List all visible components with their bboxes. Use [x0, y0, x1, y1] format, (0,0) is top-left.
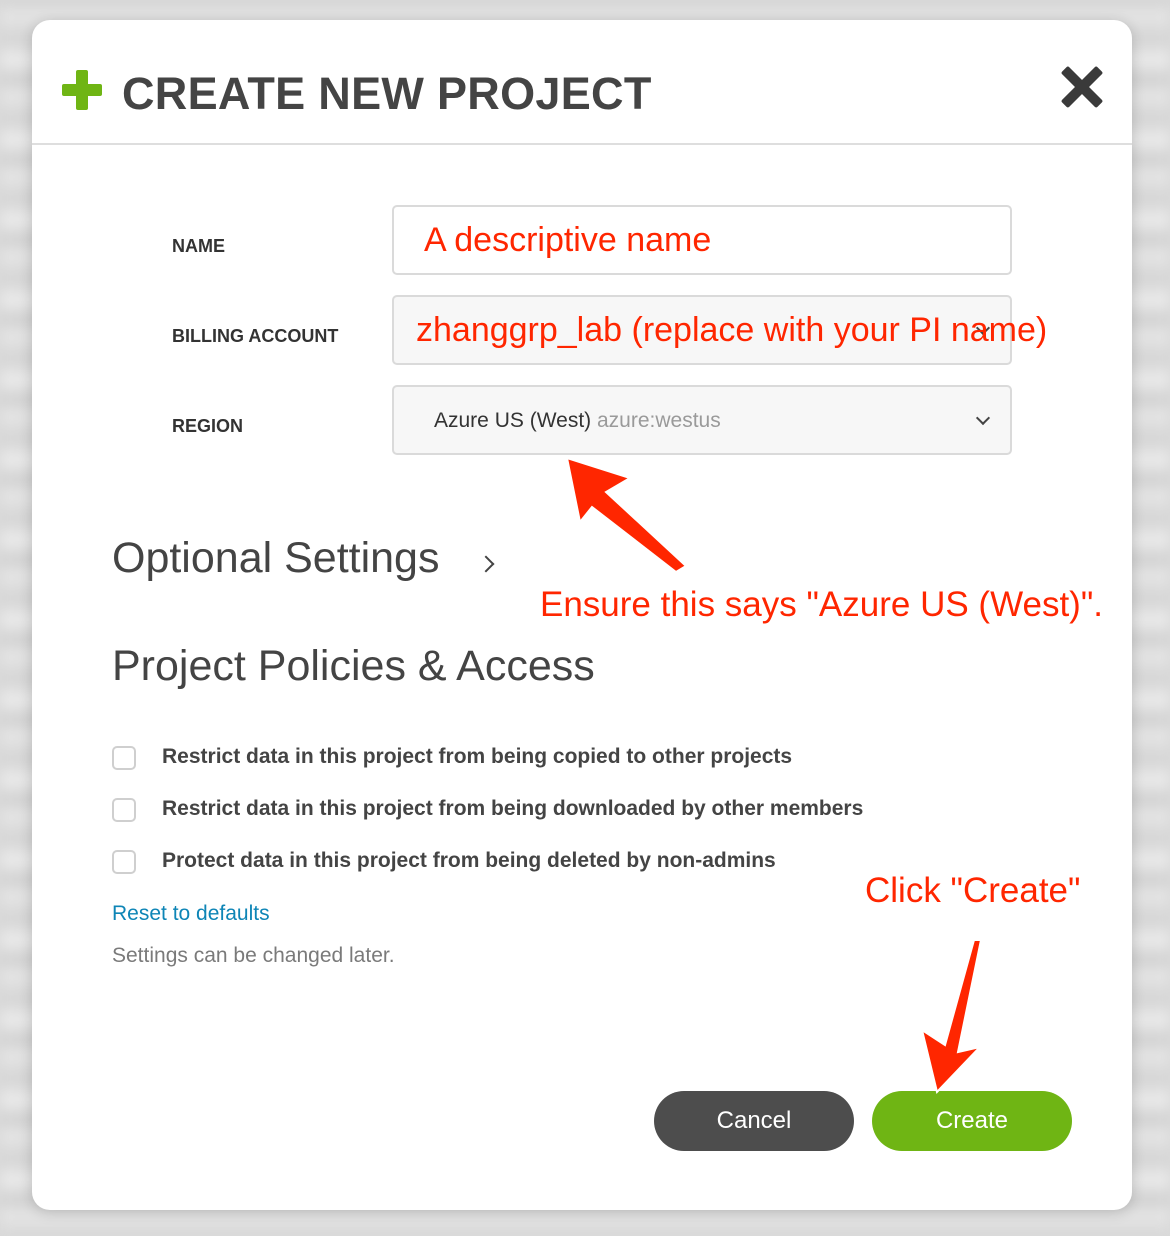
region-arrow: [565, 456, 688, 574]
create-arrow: [920, 939, 984, 1095]
annotation-arrows: [565, 456, 984, 1095]
